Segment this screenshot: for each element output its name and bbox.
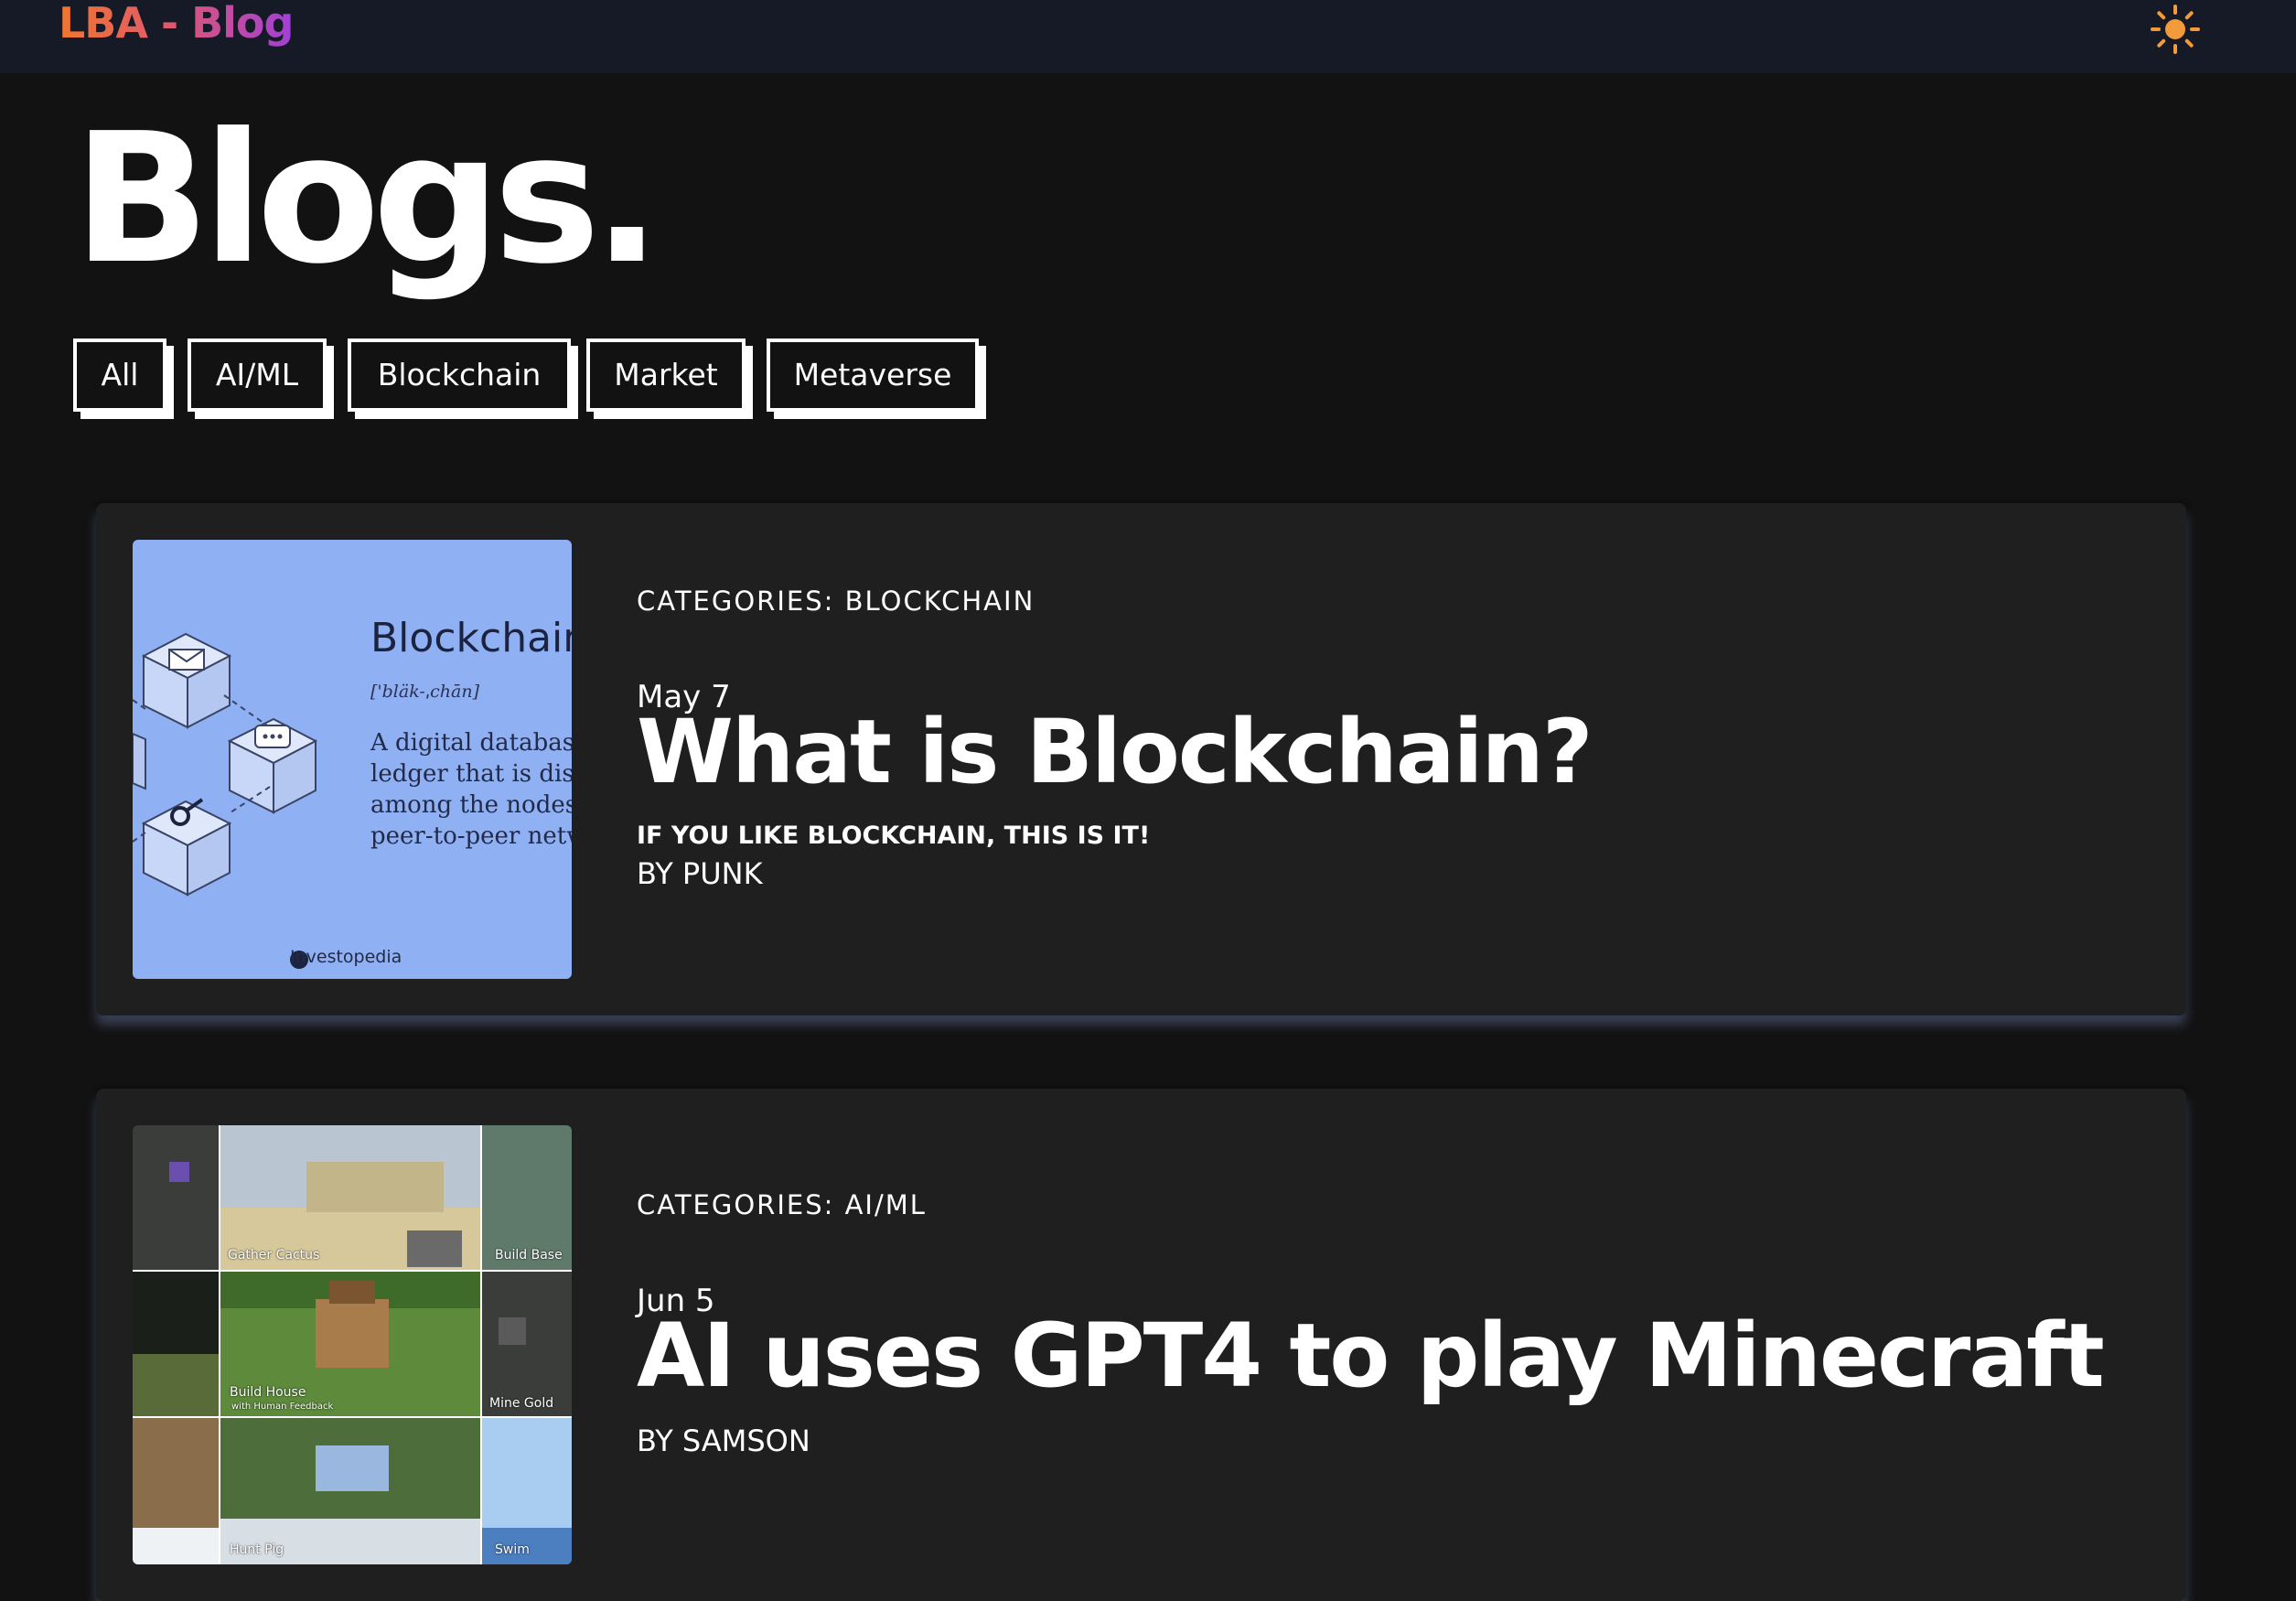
filter-blockchain-button[interactable]: Blockchain xyxy=(348,338,571,412)
post-thumbnail[interactable]: Gather Cactus Build Base Build House wit… xyxy=(133,1125,572,1564)
top-navbar: LBA - Blog xyxy=(0,0,2296,73)
filter-market-button[interactable]: Market xyxy=(586,338,746,412)
thumbnail-pronunciation: ['bläk-ˌchān] xyxy=(370,682,480,702)
theme-toggle-button[interactable] xyxy=(2150,4,2201,55)
post-thumbnail[interactable]: Blockchain ['bläk-ˌchān] A digital datab… xyxy=(133,540,572,979)
post-title[interactable]: AI uses GPT4 to play Minecraft xyxy=(637,1307,2105,1405)
filter-ai-ml-button[interactable]: AI/ML xyxy=(188,338,327,412)
post-category[interactable]: CATEGORIES: AI/ML xyxy=(637,1189,927,1220)
sun-icon xyxy=(2151,5,2200,54)
post-category[interactable]: CATEGORIES: BLOCKCHAIN xyxy=(637,586,1035,617)
thumbnail-definition: A digital database or ledger that is dis… xyxy=(370,729,572,850)
site-logo[interactable]: LBA - Blog xyxy=(59,0,294,48)
post-author: BY PUNK xyxy=(637,856,763,891)
tile-label: Mine Gold xyxy=(489,1396,554,1411)
tile-label: Swim xyxy=(495,1542,530,1557)
tile-label: Hunt Pig xyxy=(230,1542,284,1557)
tile-label: Gather Cactus xyxy=(228,1248,320,1263)
tile-label: Build House xyxy=(230,1385,306,1400)
minecraft-collage xyxy=(133,1125,572,1564)
tile-label: Build Base xyxy=(495,1248,563,1263)
post-title[interactable]: What is Blockchain? xyxy=(637,704,1593,801)
tile-sublabel: with Human Feedback xyxy=(231,1402,334,1412)
filter-all-button[interactable]: All xyxy=(73,338,166,412)
page-title: Blogs. xyxy=(73,95,661,304)
post-subtitle: IF YOU LIKE BLOCKCHAIN, THIS IS IT! xyxy=(637,822,1151,850)
filter-metaverse-button[interactable]: Metaverse xyxy=(767,338,979,412)
blog-post-card[interactable]: Blockchain ['bläk-ˌchān] A digital datab… xyxy=(96,503,2186,1015)
blog-post-card[interactable]: Gather Cactus Build Base Build House wit… xyxy=(96,1089,2186,1601)
thumbnail-brand: Investopedia xyxy=(290,947,402,967)
thumbnail-word: Blockchain xyxy=(370,615,572,661)
post-author: BY SAMSON xyxy=(637,1424,810,1458)
